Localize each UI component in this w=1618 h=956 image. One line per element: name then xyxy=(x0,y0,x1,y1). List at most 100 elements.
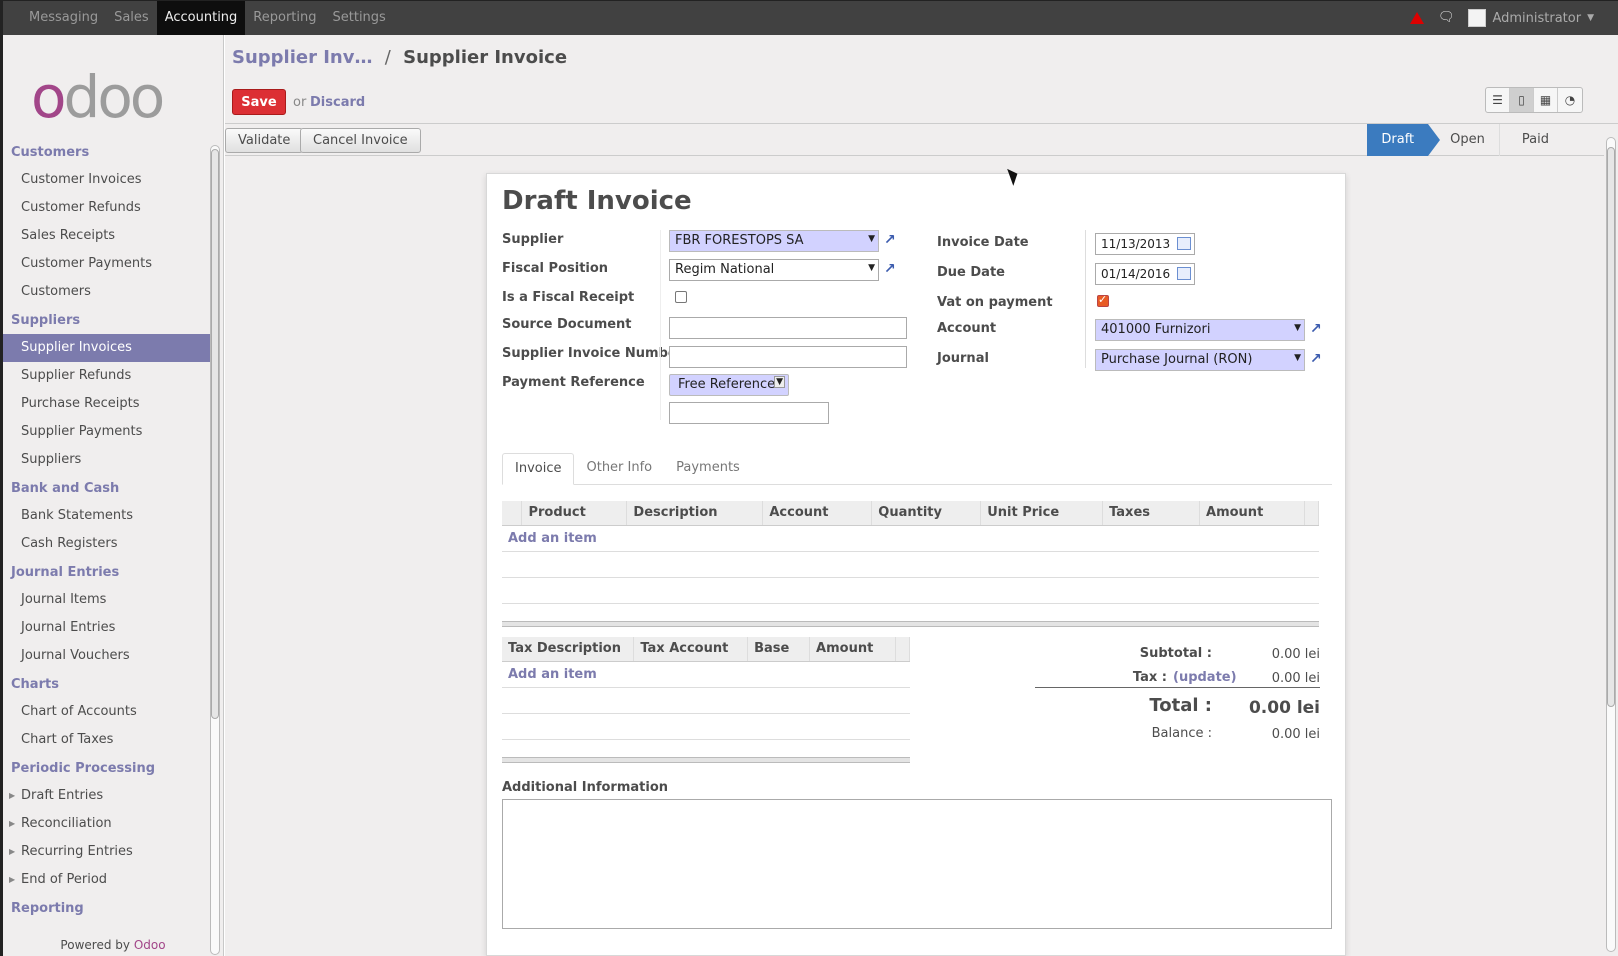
odoo-logo[interactable]: odoo xyxy=(31,63,165,131)
account-field[interactable]: 401000 Furnizori ▼ xyxy=(1095,319,1305,341)
sidebar-item-customers[interactable]: Customers xyxy=(3,278,213,306)
tab-other-info[interactable]: Other Info xyxy=(574,453,664,485)
column-tax-account[interactable]: Tax Account xyxy=(633,637,749,662)
external-link-icon[interactable]: ↗ xyxy=(1310,351,1326,367)
sidebar-item-draft-entries[interactable]: ▶ Draft Entries xyxy=(3,782,213,810)
graph-view-icon[interactable]: ◔ xyxy=(1558,88,1582,112)
breadcrumb-parent[interactable]: Supplier Inv… xyxy=(232,47,372,68)
sidebar-item-suppliers[interactable]: Suppliers xyxy=(3,446,213,474)
external-link-icon[interactable]: ↗ xyxy=(1310,321,1326,337)
sidebar-item-customer-refunds[interactable]: Customer Refunds xyxy=(3,194,213,222)
sidebar-item-customer-payments[interactable]: Customer Payments xyxy=(3,250,213,278)
tab-payments[interactable]: Payments xyxy=(664,453,752,485)
due-date-input[interactable]: 01/14/2016 xyxy=(1095,263,1195,285)
supplier-invoice-number-input[interactable] xyxy=(669,346,907,368)
column-description[interactable]: Description xyxy=(626,501,764,526)
dropdown-arrow-icon[interactable]: ▼ xyxy=(868,234,875,244)
expand-triangle-icon: ▶ xyxy=(9,875,16,884)
table-row xyxy=(502,713,910,740)
sidebar-item-journal-vouchers[interactable]: Journal Vouchers xyxy=(3,642,213,670)
column-product[interactable]: Product xyxy=(521,501,628,526)
sidebar-item-sales-receipts[interactable]: Sales Receipts xyxy=(3,222,213,250)
cancel-invoice-button[interactable]: Cancel Invoice xyxy=(300,128,421,153)
sidebar-item-chart-of-taxes[interactable]: Chart of Taxes xyxy=(3,726,213,754)
column-tax-amount[interactable]: Amount xyxy=(809,637,896,662)
tab-invoice[interactable]: Invoice xyxy=(502,453,575,485)
additional-information-textarea[interactable] xyxy=(502,799,1332,929)
column-tax-description[interactable]: Tax Description xyxy=(502,637,635,662)
column-account[interactable]: Account xyxy=(762,501,873,526)
external-link-icon[interactable]: ↗ xyxy=(884,261,900,277)
sidebar-item-cash-registers[interactable]: Cash Registers xyxy=(3,530,213,558)
chat-icon[interactable]: 🗨 xyxy=(1438,1,1455,35)
powered-by-link[interactable]: Odoo xyxy=(134,938,166,952)
state-paid[interactable]: Paid xyxy=(1500,124,1563,156)
invoice-lines-table: Product Description Account Quantity Uni… xyxy=(502,501,1320,604)
payment-reference-input[interactable] xyxy=(669,402,829,424)
sidebar-item-supplier-refunds[interactable]: Supplier Refunds xyxy=(3,362,213,390)
menu-settings[interactable]: Settings xyxy=(325,1,394,35)
vat-on-payment-checkbox[interactable] xyxy=(1097,293,1109,307)
list-view-icon[interactable]: ☰ xyxy=(1486,88,1510,112)
sidebar-item-purchase-receipts[interactable]: Purchase Receipts xyxy=(3,390,213,418)
sidebar-item-end-of-period[interactable]: ▶ End of Period xyxy=(3,866,213,894)
main-scrollbar[interactable] xyxy=(1604,137,1618,956)
sidebar-section-bank-and-cash[interactable]: Bank and Cash xyxy=(3,474,213,502)
add-invoice-line-link[interactable]: Add an item xyxy=(508,531,597,546)
supplier-field[interactable]: FBR FORESTOPS SA ▼ xyxy=(669,230,879,252)
supplier-value: FBR FORESTOPS SA xyxy=(675,233,804,248)
form-sheet: Draft Invoice Supplier FBR FORESTOPS SA … xyxy=(486,173,1346,956)
sidebar-section-customers[interactable]: Customers xyxy=(3,138,213,166)
column-taxes[interactable]: Taxes xyxy=(1102,501,1201,526)
dropdown-arrow-icon[interactable]: ▼ xyxy=(1294,323,1301,333)
calendar-view-icon[interactable]: ▦ xyxy=(1534,88,1558,112)
sidebar-scrollbar[interactable] xyxy=(209,135,221,956)
warning-icon[interactable] xyxy=(1409,12,1424,24)
payment-reference-type-select[interactable]: Free Reference ▼ xyxy=(669,374,789,396)
menu-reporting[interactable]: Reporting xyxy=(245,1,324,35)
menu-accounting[interactable]: Accounting xyxy=(156,1,246,35)
column-quantity[interactable]: Quantity xyxy=(871,501,982,526)
sidebar-item-journal-entries[interactable]: Journal Entries xyxy=(3,614,213,642)
user-menu[interactable]: Administrator ▼ xyxy=(1468,9,1594,27)
sidebar-item-reconciliation[interactable]: ▶ Reconciliation xyxy=(3,810,213,838)
sidebar-item-supplier-invoices[interactable]: Supplier Invoices xyxy=(3,334,213,362)
expand-triangle-icon: ▶ xyxy=(9,847,16,856)
calendar-icon[interactable] xyxy=(1177,267,1191,280)
sidebar-item-journal-items[interactable]: Journal Items xyxy=(3,586,213,614)
fiscal-position-field[interactable]: Regim National ▼ xyxy=(669,259,879,281)
sidebar-section-suppliers[interactable]: Suppliers xyxy=(3,306,213,334)
sidebar-item-chart-of-accounts[interactable]: Chart of Accounts xyxy=(3,698,213,726)
calendar-icon[interactable] xyxy=(1177,237,1191,250)
source-document-input[interactable] xyxy=(669,317,907,339)
scroll-thumb[interactable] xyxy=(211,149,219,719)
column-unit-price[interactable]: Unit Price xyxy=(980,501,1104,526)
dropdown-arrow-icon[interactable]: ▼ xyxy=(1294,353,1301,363)
external-link-icon[interactable]: ↗ xyxy=(884,232,900,248)
form-view-icon[interactable]: ▯ xyxy=(1510,88,1534,112)
sidebar-section-charts[interactable]: Charts xyxy=(3,670,213,698)
sidebar-section-reporting[interactable]: Reporting xyxy=(3,894,213,922)
menu-sales[interactable]: Sales xyxy=(106,1,157,35)
sidebar-item-supplier-payments[interactable]: Supplier Payments xyxy=(3,418,213,446)
sidebar-item-customer-invoices[interactable]: Customer Invoices xyxy=(3,166,213,194)
column-amount[interactable]: Amount xyxy=(1199,501,1305,526)
state-draft[interactable]: Draft xyxy=(1367,124,1440,156)
fiscal-receipt-checkbox[interactable] xyxy=(675,291,687,303)
dropdown-arrow-icon[interactable]: ▼ xyxy=(774,376,785,388)
scroll-thumb[interactable] xyxy=(1607,147,1615,707)
discard-button[interactable]: Discard xyxy=(310,95,365,110)
invoice-date-input[interactable]: 11/13/2013 xyxy=(1095,233,1195,255)
journal-field[interactable]: Purchase Journal (RON) ▼ xyxy=(1095,349,1305,371)
menu-messaging[interactable]: Messaging xyxy=(21,1,106,35)
add-tax-line-link[interactable]: Add an item xyxy=(508,667,597,682)
sidebar-item-recurring-entries[interactable]: ▶ Recurring Entries xyxy=(3,838,213,866)
total-label: Total : xyxy=(1149,695,1212,716)
column-base[interactable]: Base xyxy=(747,637,811,662)
validate-button[interactable]: Validate xyxy=(225,128,304,153)
save-button[interactable]: Save xyxy=(232,89,286,115)
sidebar-section-journal-entries[interactable]: Journal Entries xyxy=(3,558,213,586)
sidebar-item-bank-statements[interactable]: Bank Statements xyxy=(3,502,213,530)
dropdown-arrow-icon[interactable]: ▼ xyxy=(868,263,875,273)
sidebar-section-periodic-processing[interactable]: Periodic Processing xyxy=(3,754,213,782)
